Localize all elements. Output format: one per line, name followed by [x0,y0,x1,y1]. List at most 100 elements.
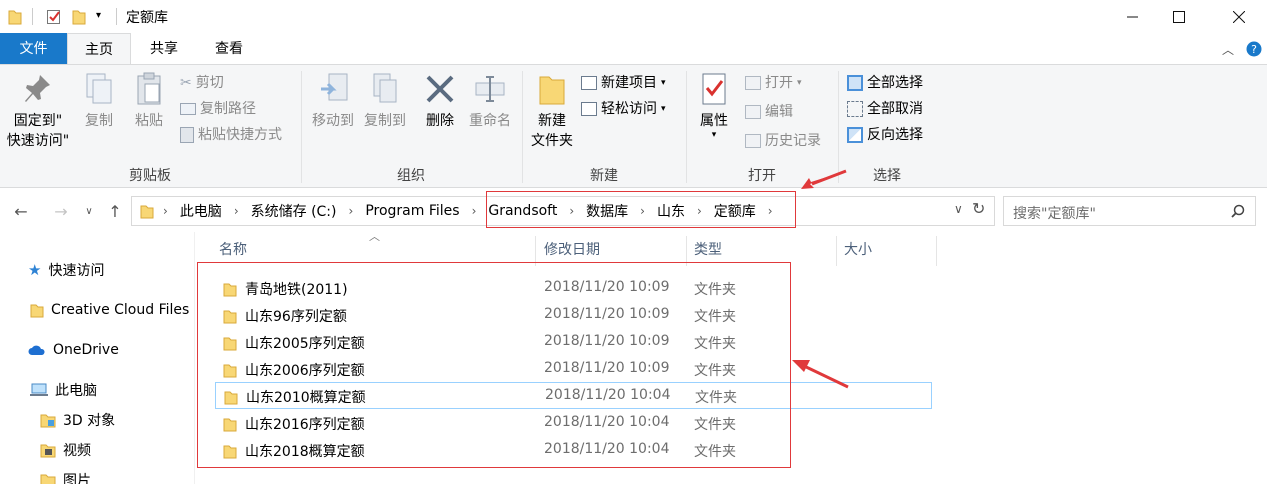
back-arrow-icon: ← [14,201,28,221]
search-placeholder: 搜索"定额库" [1013,206,1096,222]
new-folder-button[interactable]: 新建 文件夹 [525,71,579,151]
annotation-arrow-icon [792,360,849,389]
chevron-right-icon[interactable]: › [225,204,248,218]
edit-button[interactable]: 编辑 [745,101,793,123]
new-group-label: 新建 [590,168,618,184]
pin-quick-access-button[interactable]: 固定到" 快速访问" [4,71,72,151]
dropdown-arrow-icon: ▾ [797,78,802,88]
easy-access-icon [581,102,597,116]
properties-button[interactable]: 属性 ▾ [691,71,737,140]
copy-button[interactable]: 复制 [78,71,120,131]
easy-access-button[interactable]: 轻松访问 ▾ [581,98,666,120]
tab-file[interactable]: 文件 [0,33,67,65]
copy-icon [86,73,112,104]
close-button[interactable] [1216,0,1262,33]
sidebar-item-videos[interactable]: 视频 [40,435,91,465]
tab-home[interactable]: 主页 [67,33,131,66]
sidebar-item-pictures[interactable]: 图片 [40,465,91,484]
tab-view[interactable]: 查看 [200,33,258,65]
history-button[interactable]: 历史记录 [745,130,821,152]
copy-path-icon [180,103,196,115]
video-folder-icon [40,444,56,458]
rename-button[interactable]: 重命名 [462,71,518,131]
chevron-down-icon: ∨ [85,205,93,217]
help-icon[interactable]: ? [1246,41,1262,57]
copy-to-button[interactable]: 复制到 [358,71,412,131]
sidebar-item-3d-objects[interactable]: 3D 对象 [40,405,115,435]
select-all-button[interactable]: 全部选择 [847,72,923,94]
tab-share[interactable]: 共享 [136,33,192,65]
back-button[interactable]: ← [8,193,34,229]
invert-selection-icon [847,127,863,143]
invert-selection-button[interactable]: 反向选择 [847,124,923,146]
customize-quick-access-icon[interactable]: ▾ [96,10,101,27]
search-icon[interactable] [1231,204,1245,218]
organize-group-label: 组织 [397,168,425,184]
breadcrumb-program-files[interactable]: Program Files [362,203,462,219]
paste-icon [137,72,161,105]
search-box[interactable]: 搜索"定额库" [1003,196,1256,226]
forward-arrow-icon: → [54,201,68,221]
open-icon [745,76,761,90]
chevron-right-icon[interactable]: › [340,204,363,218]
history-icon [745,134,761,148]
open-button[interactable]: 打开 ▾ [745,72,802,94]
breadcrumb-this-pc[interactable]: 此电脑 [177,201,225,221]
collapse-ribbon-icon[interactable]: ︿ [1222,41,1234,58]
sidebar-item-this-pc[interactable]: 此电脑 [30,375,97,405]
paste-shortcut-button[interactable]: 粘贴快捷方式 [180,124,282,146]
delete-button[interactable]: 删除 [420,71,460,131]
edit-icon [745,105,761,119]
annotation-arrow-icon [801,169,847,189]
annotation-box-files [197,262,791,468]
scissors-icon: ✂ [180,75,192,91]
sidebar-item-quick-access[interactable]: ★ 快速访问 [28,255,104,285]
forward-button[interactable]: → [48,193,74,229]
organize-group: 移动到 复制到 删除 重命名 组织 [302,65,520,188]
select-none-icon [847,101,863,117]
chevron-right-icon[interactable]: › [463,204,486,218]
select-group: 全部选择 全部取消 反向选择 选择 [839,65,935,188]
up-button[interactable]: ↑ [104,193,126,229]
column-header-size[interactable]: 大小 [844,236,872,266]
new-item-button[interactable]: 新建项目 ▾ [581,72,666,94]
breadcrumb-system-drive[interactable]: 系统储存 (C:) [248,201,340,221]
select-group-label: 选择 [873,168,901,184]
delete-x-icon [426,75,454,103]
cloud-icon [28,345,45,355]
properties-icon[interactable] [46,8,62,25]
select-all-icon [847,75,863,91]
cut-button[interactable]: ✂ 剪切 [180,72,224,94]
title-bar: ▾ 定额库 [0,0,1267,33]
move-to-button[interactable]: 移动到 [306,71,360,131]
address-history-chevron-icon[interactable]: ∨ [954,202,963,216]
svg-text:?: ? [1251,43,1257,56]
folder-icon [30,304,44,318]
sidebar-item-creative-cloud[interactable]: Creative Cloud Files [30,295,189,325]
paste-shortcut-icon [180,127,194,143]
copy-path-button[interactable]: 复制路径 [180,98,256,120]
window-title: 定额库 [126,10,168,26]
minimize-icon [1127,16,1138,17]
3d-objects-icon [40,414,56,428]
move-to-icon [321,73,348,101]
paste-button[interactable]: 粘贴 [126,71,172,131]
annotation-box-path [486,191,796,228]
dropdown-arrow-icon: ▾ [661,104,666,114]
new-group: 新建 文件夹 新建项目 ▾ 轻松访问 ▾ 新建 [523,65,685,188]
sidebar-item-onedrive[interactable]: OneDrive [28,335,119,365]
properties-icon [702,73,726,105]
recent-locations-button[interactable]: ∨ [80,193,98,229]
dropdown-arrow-icon: ▾ [711,130,717,140]
new-folder-icon [539,76,565,105]
new-folder-icon[interactable] [72,8,86,25]
minimize-button[interactable] [1110,0,1156,33]
pictures-folder-icon [40,474,56,484]
chevron-right-icon: › [163,204,168,218]
refresh-icon[interactable]: ↻ [972,199,985,218]
clipboard-group: 固定到" 快速访问" 复制 粘贴 ✂ 剪切 复制路径 粘贴快捷方式 剪贴板 [0,65,300,188]
select-none-button[interactable]: 全部取消 [847,98,923,120]
maximize-button[interactable] [1156,0,1202,33]
folder-icon [140,205,154,219]
navigation-pane: ★ 快速访问 Creative Cloud Files OneDrive 此电脑 … [0,232,195,484]
